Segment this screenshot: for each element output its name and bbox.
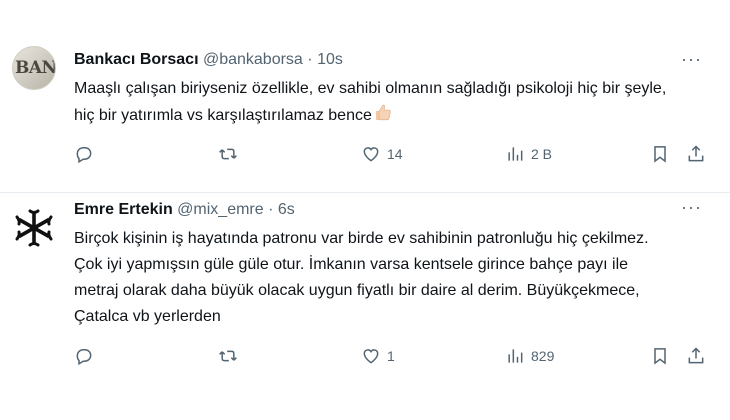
bookmark-icon bbox=[654, 348, 666, 365]
reply-icon bbox=[76, 349, 92, 366]
retweet-button[interactable] bbox=[218, 142, 244, 166]
tweet-header: Emre Ertekin @mix_emre · 6s bbox=[74, 200, 295, 220]
views-count: 2 B bbox=[531, 146, 553, 162]
retweet-icon bbox=[219, 350, 237, 362]
heart-icon bbox=[363, 349, 379, 364]
tweet-text-content: Maaşlı çalışan biriyseniz özellikle, ev … bbox=[74, 80, 667, 124]
analytics-icon bbox=[508, 147, 523, 161]
asterisk-star-logo-icon bbox=[15, 209, 53, 247]
bookmark-button[interactable] bbox=[650, 344, 670, 368]
tweet[interactable]: Emre Ertekin @mix_emre · 6s ··· Birçok k… bbox=[0, 192, 730, 383]
like-button[interactable]: 14 bbox=[361, 142, 403, 166]
views-button[interactable]: 2 B bbox=[505, 142, 552, 166]
tweet-text: Birçok kişinin iş hayatında patronu var … bbox=[74, 230, 649, 325]
avatar[interactable] bbox=[12, 206, 56, 250]
heart-icon bbox=[363, 147, 379, 162]
analytics-icon bbox=[508, 349, 523, 363]
reply-icon bbox=[76, 147, 92, 164]
separator-dot: · bbox=[307, 51, 313, 68]
tweet-feed: BANK Bankacı Borsacı @bankaborsa · 10s ·… bbox=[0, 0, 730, 420]
reply-button[interactable] bbox=[74, 142, 100, 166]
like-count: 1 bbox=[387, 348, 395, 364]
user-handle[interactable]: @mix_emre bbox=[177, 201, 263, 218]
like-button[interactable]: 1 bbox=[361, 344, 395, 368]
retweet-button[interactable] bbox=[218, 344, 244, 368]
views-count: 829 bbox=[531, 348, 555, 364]
tweet-actions: 14 2 B bbox=[74, 142, 714, 166]
avatar[interactable]: BANK bbox=[12, 46, 56, 90]
more-options-icon[interactable]: ··· bbox=[681, 50, 702, 68]
timestamp[interactable]: 10s bbox=[317, 51, 343, 68]
display-name[interactable]: Bankacı Borsacı bbox=[74, 51, 199, 68]
display-name[interactable]: Emre Ertekin bbox=[74, 201, 173, 218]
like-count: 14 bbox=[387, 146, 403, 162]
share-icon bbox=[688, 145, 704, 162]
share-button[interactable] bbox=[686, 344, 706, 368]
tweet-actions: 1 829 bbox=[74, 344, 714, 368]
views-button[interactable]: 829 bbox=[505, 344, 554, 368]
share-button[interactable] bbox=[686, 142, 706, 166]
tweet-header: Bankacı Borsacı @bankaborsa · 10s bbox=[74, 50, 343, 70]
bookmark-icon bbox=[654, 146, 666, 163]
timestamp[interactable]: 6s bbox=[278, 201, 295, 218]
bookmark-button[interactable] bbox=[650, 142, 670, 166]
share-icon bbox=[688, 347, 704, 364]
reply-button[interactable] bbox=[74, 344, 100, 368]
tweet[interactable]: BANK Bankacı Borsacı @bankaborsa · 10s ·… bbox=[0, 32, 730, 193]
thumbs-up-icon bbox=[373, 102, 393, 131]
tweet-text: Maaşlı çalışan biriyseniz özellikle, ev … bbox=[74, 76, 674, 131]
user-handle[interactable]: @bankaborsa bbox=[203, 51, 303, 68]
separator-dot: · bbox=[268, 201, 274, 218]
avatar-logo-text: BANK bbox=[15, 58, 56, 78]
retweet-icon bbox=[219, 148, 237, 160]
feed-bottom-area bbox=[0, 382, 730, 420]
more-options-icon[interactable]: ··· bbox=[681, 198, 702, 216]
